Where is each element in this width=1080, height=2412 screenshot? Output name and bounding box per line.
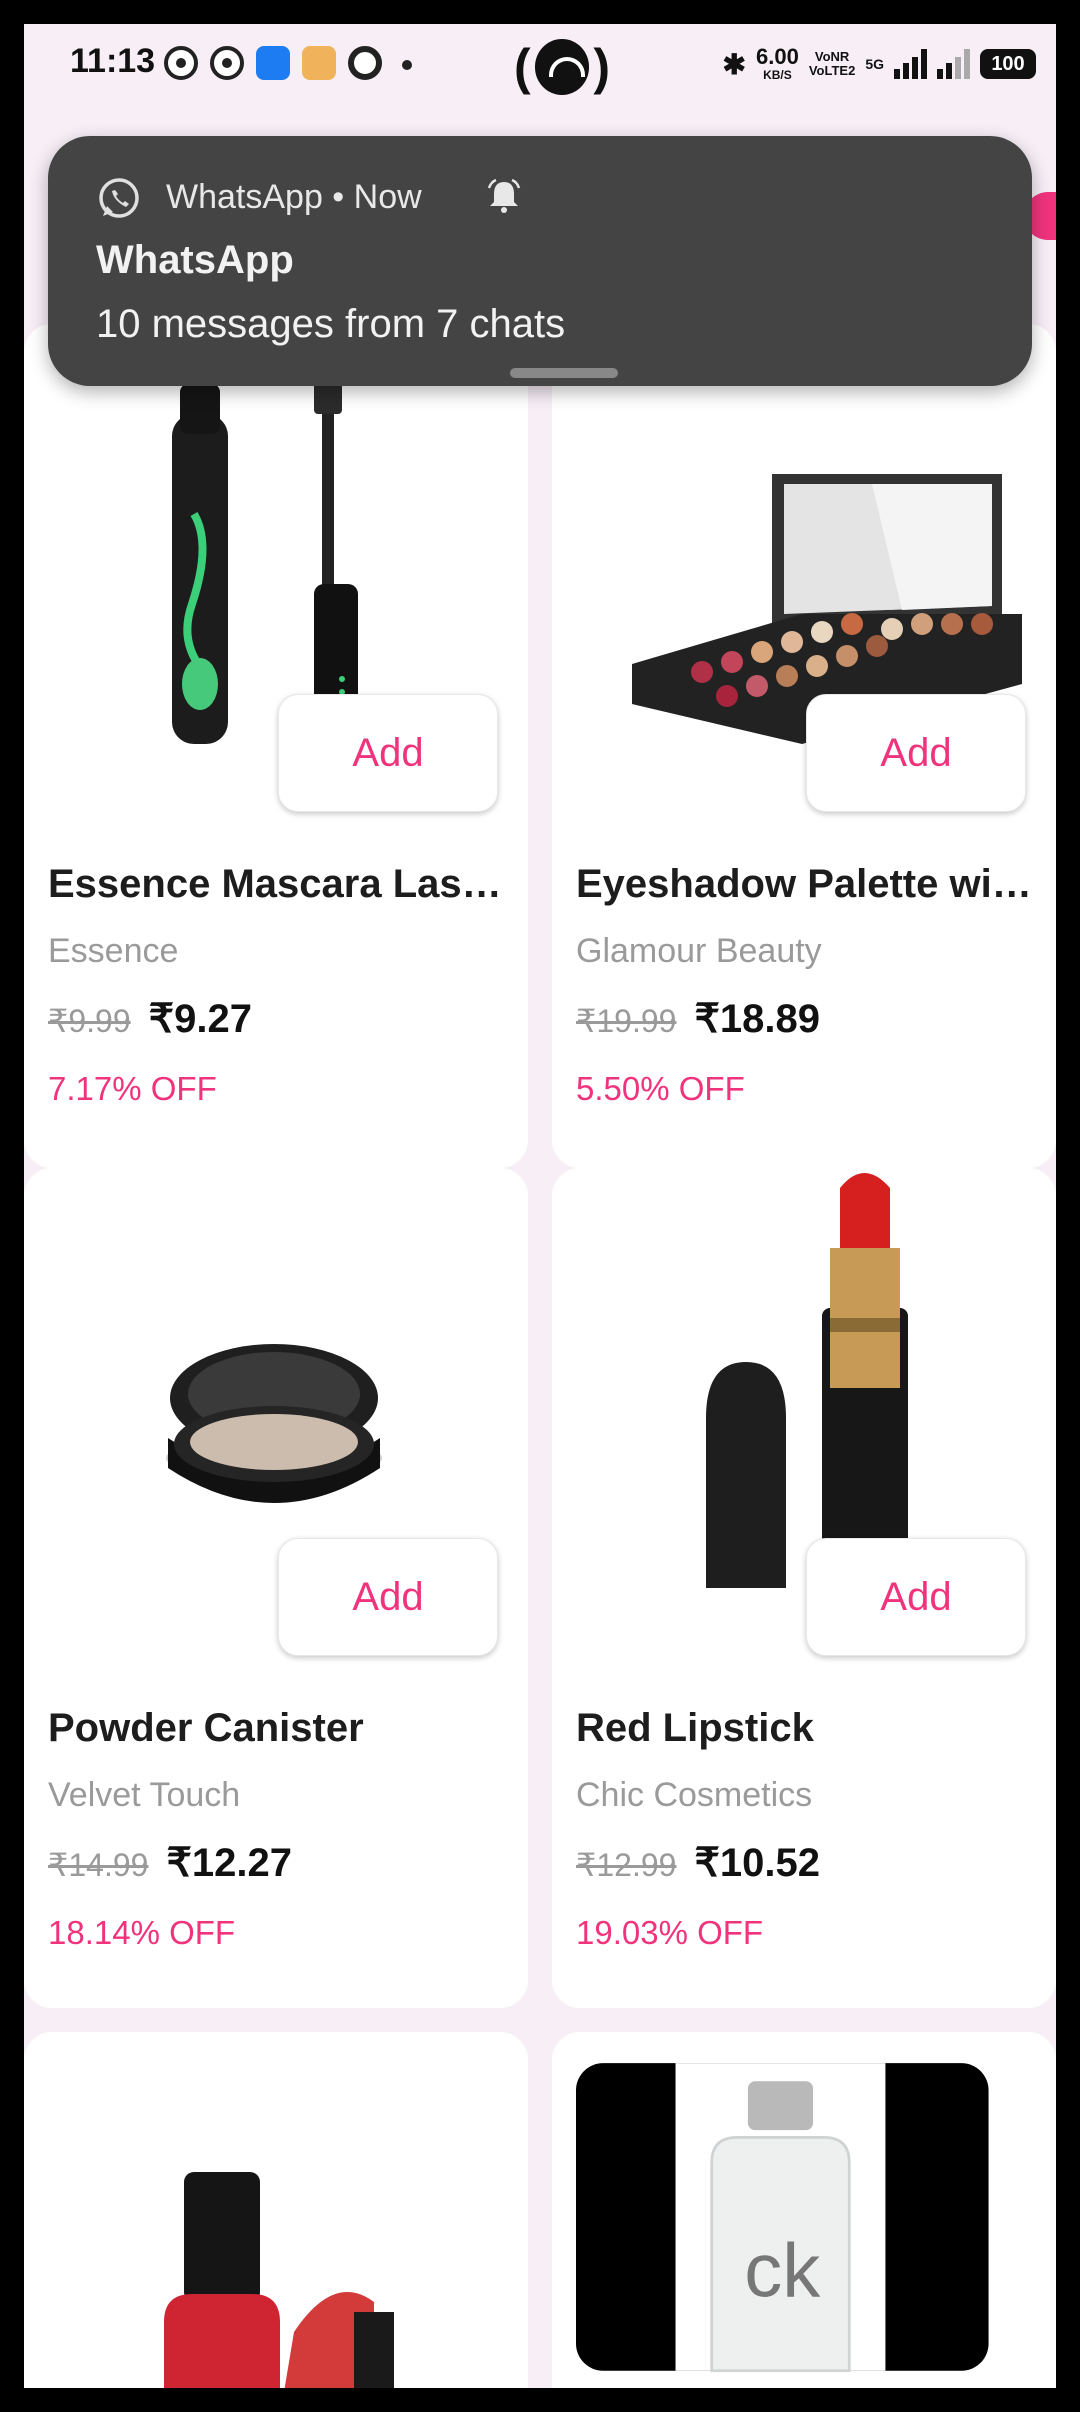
volte-indicator: VoNR VoLTE2	[809, 50, 855, 78]
notification-header: WhatsApp • Now	[166, 178, 422, 216]
product-card-perfume[interactable]: ck	[552, 2032, 1056, 2388]
original-price: ₹19.99	[576, 1003, 677, 1039]
net-speed-value: 6.00	[756, 44, 799, 69]
app-screen: Add Essence Mascara Las… Essence ₹9.99 ₹…	[24, 24, 1056, 2388]
original-price: ₹14.99	[48, 1847, 149, 1883]
product-brand: Velvet Touch	[48, 1776, 241, 1814]
product-image-perfume: ck	[576, 2063, 989, 2373]
whatsapp-notification[interactable]: WhatsApp • Now WhatsApp 10 messages from…	[48, 136, 1032, 386]
app-notification-icon	[256, 46, 290, 80]
original-price: ₹9.99	[48, 1003, 131, 1039]
product-image-mascara	[172, 324, 358, 744]
add-to-cart-button[interactable]: Add	[278, 694, 498, 812]
network-type: 5G	[865, 56, 884, 72]
product-image-eyeshadow	[632, 474, 1022, 744]
circle-app-icon	[348, 46, 382, 80]
discount-label: 5.50% OFF	[576, 1070, 745, 1107]
status-bar: 11:13 () ✱ 6.00 KB/S VoNR VoLTE2 5G 100	[24, 24, 1056, 104]
product-title: Red Lipstick	[576, 1706, 814, 1750]
sale-price: ₹9.27	[148, 997, 252, 1041]
price-row: ₹9.99 ₹9.27	[48, 996, 252, 1042]
product-card-powder[interactable]: Add Powder Canister Velvet Touch ₹14.99 …	[24, 1168, 528, 2008]
bluetooth-icon: ✱	[722, 48, 747, 80]
sale-price: ₹12.27	[166, 1841, 292, 1885]
add-to-cart-button[interactable]: Add	[806, 694, 1026, 812]
whatsapp-icon	[164, 46, 198, 80]
product-brand: Essence	[48, 932, 179, 970]
original-price: ₹12.99	[576, 1847, 677, 1883]
add-to-cart-button[interactable]: Add	[278, 1538, 498, 1656]
add-to-cart-button[interactable]: Add	[806, 1538, 1026, 1656]
product-brand: Glamour Beauty	[576, 932, 822, 970]
battery-indicator: 100	[980, 49, 1036, 79]
product-title: Essence Mascara Las…	[48, 862, 502, 906]
price-row: ₹19.99 ₹18.89	[576, 996, 820, 1042]
sale-price: ₹18.89	[694, 997, 820, 1041]
net-speed-unit: KB/S	[763, 68, 792, 82]
volte-2: VoLTE2	[808, 63, 856, 78]
whatsapp-icon	[99, 178, 139, 218]
signal-strength-sim2-icon	[937, 49, 970, 79]
product-card-nail-polish[interactable]	[24, 2032, 528, 2388]
status-indicators: ✱ 6.00 KB/S VoNR VoLTE2 5G 100	[723, 42, 1036, 86]
price-row: ₹12.99 ₹10.52	[576, 1840, 820, 1886]
signal-strength-icon	[894, 49, 927, 79]
product-card-mascara[interactable]: Add Essence Mascara Las… Essence ₹9.99 ₹…	[24, 324, 528, 1168]
product-title: Eyeshadow Palette wi…	[576, 862, 1032, 906]
hotspot-icon: ()	[514, 39, 610, 95]
bell-icon	[487, 178, 521, 213]
sale-price: ₹10.52	[694, 1841, 820, 1885]
status-time: 11:13	[70, 42, 156, 80]
discount-label: 7.17% OFF	[48, 1070, 217, 1107]
net-speed: 6.00 KB/S	[756, 44, 799, 83]
drag-handle[interactable]	[510, 368, 618, 378]
product-title: Powder Canister	[48, 1706, 364, 1750]
product-brand: Chic Cosmetics	[576, 1776, 813, 1814]
shopping-app-icon	[302, 46, 336, 80]
product-image-nail-polish	[164, 2172, 394, 2388]
more-notifications-dot-icon	[402, 60, 412, 70]
discount-label: 18.14% OFF	[48, 1914, 236, 1951]
whatsapp-icon	[210, 46, 244, 80]
product-image-lipstick	[706, 1173, 908, 1588]
discount-label: 19.03% OFF	[576, 1914, 764, 1951]
price-row: ₹14.99 ₹12.27	[48, 1840, 292, 1886]
svg-text:ck: ck	[744, 2229, 821, 2314]
product-card-eyeshadow[interactable]: Add Eyeshadow Palette wi… Glamour Beauty…	[552, 324, 1056, 1168]
notification-title: WhatsApp	[96, 238, 294, 282]
product-card-lipstick[interactable]: Add Red Lipstick Chic Cosmetics ₹12.99 ₹…	[552, 1168, 1056, 2008]
volte-1: VoNR	[814, 49, 850, 64]
notification-body: 10 messages from 7 chats	[96, 302, 566, 346]
